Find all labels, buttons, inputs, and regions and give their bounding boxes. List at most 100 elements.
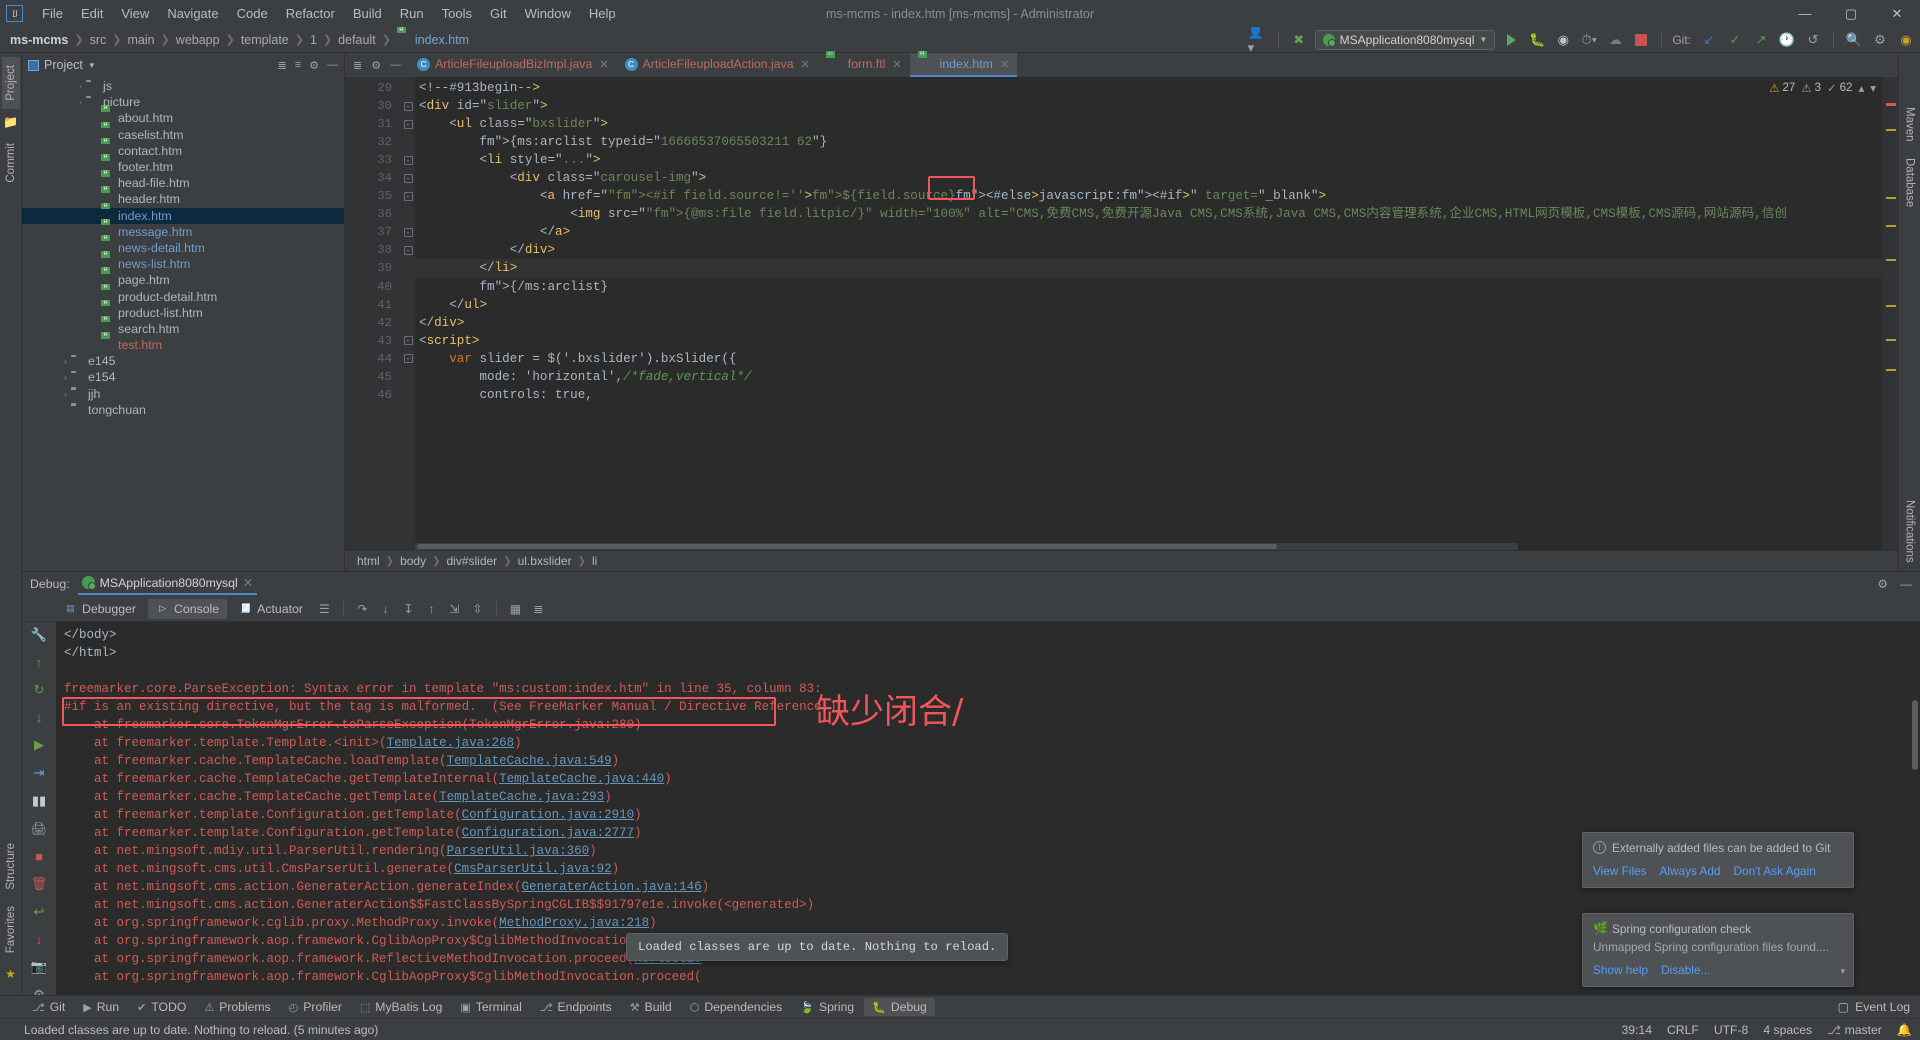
code-line[interactable]: <script>	[415, 332, 1882, 350]
stop-icon[interactable]: ■	[35, 849, 43, 864]
code-line[interactable]: <img src=""fm">{@ms:file field.litpic/}"…	[415, 205, 1882, 223]
sidebar-item-notifications[interactable]: Notifications	[1901, 492, 1919, 571]
menu-tools[interactable]: Tools	[433, 3, 481, 24]
sidebar-item-maven[interactable]: Maven	[1901, 99, 1919, 150]
menu-file[interactable]: File	[33, 3, 72, 24]
run-to-cursor-icon[interactable]: ⇲	[445, 602, 464, 616]
tree-item-news-detail-htm[interactable]: news-detail.htm	[22, 240, 344, 256]
git-push-icon[interactable]: ↗	[1751, 30, 1771, 50]
chevron-right-icon[interactable]: ›	[75, 97, 86, 107]
tab-console[interactable]: ▷ Console	[148, 598, 228, 619]
code-line[interactable]: <a href=""fm"><#if field.source!=''>fm">…	[415, 187, 1882, 205]
profile-icon[interactable]: ⏱▾	[1579, 30, 1599, 50]
step-out-icon[interactable]: ↑	[422, 602, 441, 616]
warning-stripe-mark[interactable]	[1886, 339, 1896, 341]
code-line[interactable]: </div>	[415, 314, 1882, 332]
layout-icon[interactable]: ☰	[315, 602, 334, 616]
run-configuration-selector[interactable]: MSApplication8080mysql ▼	[1314, 29, 1496, 50]
tree-item-message-htm[interactable]: message.htm	[22, 224, 344, 240]
tool-window-button-profiler[interactable]: ◴ Profiler	[281, 998, 350, 1016]
breadcrumb-project[interactable]: ms-mcms	[8, 33, 70, 47]
code-line[interactable]: </a>	[415, 223, 1882, 241]
step-icon[interactable]: ⇥	[34, 765, 45, 781]
chevron-up-icon[interactable]: ▴	[1858, 81, 1864, 95]
breadcrumb-html[interactable]: html	[357, 554, 380, 568]
code-line[interactable]: <ul class="bxslider">	[415, 115, 1882, 133]
trash-icon[interactable]: 🗑	[31, 876, 48, 892]
menu-run[interactable]: Run	[391, 3, 433, 24]
menu-code[interactable]: Code	[228, 3, 277, 24]
tool-window-button-endpoints[interactable]: ⎇ Endpoints	[532, 998, 620, 1016]
sidebar-item-database[interactable]: Database	[1901, 150, 1919, 215]
debug-session-tab[interactable]: MSApplication8080mysql ✕	[77, 574, 258, 595]
tree-item-news-list-htm[interactable]: news-list.htm	[22, 256, 344, 272]
breadcrumb-main[interactable]: main	[125, 33, 156, 47]
tool-window-button-problems[interactable]: ⚠ Problems	[196, 998, 278, 1016]
tree-item-footer-htm[interactable]: footer.htm	[22, 159, 344, 175]
settings-icon[interactable]: ⚙	[1870, 30, 1890, 50]
menu-git[interactable]: Git	[481, 3, 516, 24]
code-line[interactable]: <div id="slider">	[415, 97, 1882, 115]
chevron-right-icon[interactable]: ›	[60, 356, 71, 366]
event-log-button[interactable]: ▢ Event Log	[1838, 1000, 1920, 1014]
tab-debugger[interactable]: ▤ Debugger	[56, 599, 144, 619]
favorites-star-icon[interactable]: ★	[5, 967, 16, 981]
editor-tab-article-fileupload-action[interactable]: C ArticleFileuploadAction.java ✕	[617, 53, 818, 77]
camera-icon[interactable]: 📷	[31, 959, 47, 975]
typo-count[interactable]: ✓ 62	[1827, 81, 1852, 95]
stop-icon[interactable]	[1631, 30, 1651, 50]
stacktrace-link[interactable]: CmsParserUtil.java:92	[454, 862, 612, 876]
collapse-all-icon[interactable]: ≡	[295, 59, 301, 71]
warning-stripe-mark[interactable]	[1886, 369, 1896, 371]
stacktrace-link[interactable]: Configuration.java:2777	[462, 826, 635, 840]
git-commit-icon[interactable]: ✓	[1725, 30, 1745, 50]
pause-icon[interactable]: ▮▮	[32, 793, 46, 809]
breadcrumb-body[interactable]: body	[400, 554, 426, 568]
rerun-failed-icon[interactable]: ↻	[34, 682, 45, 698]
notification-git-external-files[interactable]: i Externally added files can be added to…	[1582, 832, 1854, 888]
tree-item-search-htm[interactable]: search.htm	[22, 321, 344, 337]
fold-toggle-icon[interactable]: -	[401, 350, 415, 368]
warning-count[interactable]: ⚠ 27	[1769, 81, 1795, 95]
hide-panel-icon[interactable]: —	[1900, 577, 1912, 591]
drop-frame-icon[interactable]: ⇳	[468, 602, 487, 616]
menu-build[interactable]: Build	[344, 3, 391, 24]
tab-actuator[interactable]: 🧾 Actuator	[231, 599, 311, 619]
attach-process-icon[interactable]: ☁	[1605, 30, 1625, 50]
code-line[interactable]: fm">{ms:arclist typeid="1666653706550321…	[415, 133, 1882, 151]
warning-stripe-mark[interactable]	[1886, 129, 1896, 131]
scroll-to-end-icon[interactable]: ↓	[36, 932, 43, 947]
tree-item-e145[interactable]: › e145	[22, 353, 344, 369]
stacktrace-link[interactable]: Configuration.java:2910	[462, 808, 635, 822]
caret-position[interactable]: 39:14	[1621, 1023, 1652, 1037]
breadcrumb-index-htm[interactable]: index.htm	[413, 33, 471, 47]
down-icon[interactable]: ↓	[36, 710, 43, 725]
collapse-all-icon[interactable]: ≣	[353, 59, 362, 72]
sidebar-item-favorites[interactable]: Favorites	[2, 898, 20, 961]
fold-toggle-icon[interactable]: -	[401, 115, 415, 133]
git-history-icon[interactable]: 🕐	[1777, 30, 1797, 50]
user-icon[interactable]: 👤▾	[1248, 24, 1268, 55]
tool-window-button-mybatis-log[interactable]: ⬚ MyBatis Log	[352, 998, 450, 1016]
code-line[interactable]: var slider = $('.bxslider').bxSlider({	[415, 350, 1882, 368]
warning-stripe-mark[interactable]	[1886, 259, 1896, 261]
close-icon[interactable]: ✕	[892, 58, 901, 71]
stacktrace-link[interactable]: TemplateCache.java:549	[447, 754, 612, 768]
debug-icon[interactable]: 🐛	[1527, 30, 1547, 50]
hide-panel-icon[interactable]: —	[327, 59, 338, 71]
editor-tab-index-htm[interactable]: index.htm ✕	[909, 53, 1018, 77]
stacktrace-link[interactable]: TemplateCache.java:293	[439, 790, 604, 804]
force-step-into-icon[interactable]: ↧	[399, 602, 418, 616]
tree-item-head-file-htm[interactable]: head-file.htm	[22, 175, 344, 191]
up-icon[interactable]: ↑	[36, 655, 43, 670]
file-encoding[interactable]: UTF-8	[1714, 1023, 1749, 1037]
git-branch[interactable]: ⎇ master	[1827, 1023, 1882, 1037]
editor-horizontal-scrollbar[interactable]	[415, 543, 1518, 550]
fold-toggle-icon[interactable]: -	[401, 241, 415, 259]
stacktrace-link[interactable]: Template.java:268	[387, 736, 515, 750]
dont-ask-again-link[interactable]: Don't Ask Again	[1734, 864, 1816, 878]
tool-window-button-spring[interactable]: 🍃 Spring	[792, 998, 862, 1016]
run-icon[interactable]	[1501, 30, 1521, 50]
code-line[interactable]: mode: 'horizontal',/*fade,vertical*/	[415, 368, 1882, 386]
notification-spring-configuration-check[interactable]: 🌿 Spring configuration check Unmapped Sp…	[1582, 913, 1854, 987]
